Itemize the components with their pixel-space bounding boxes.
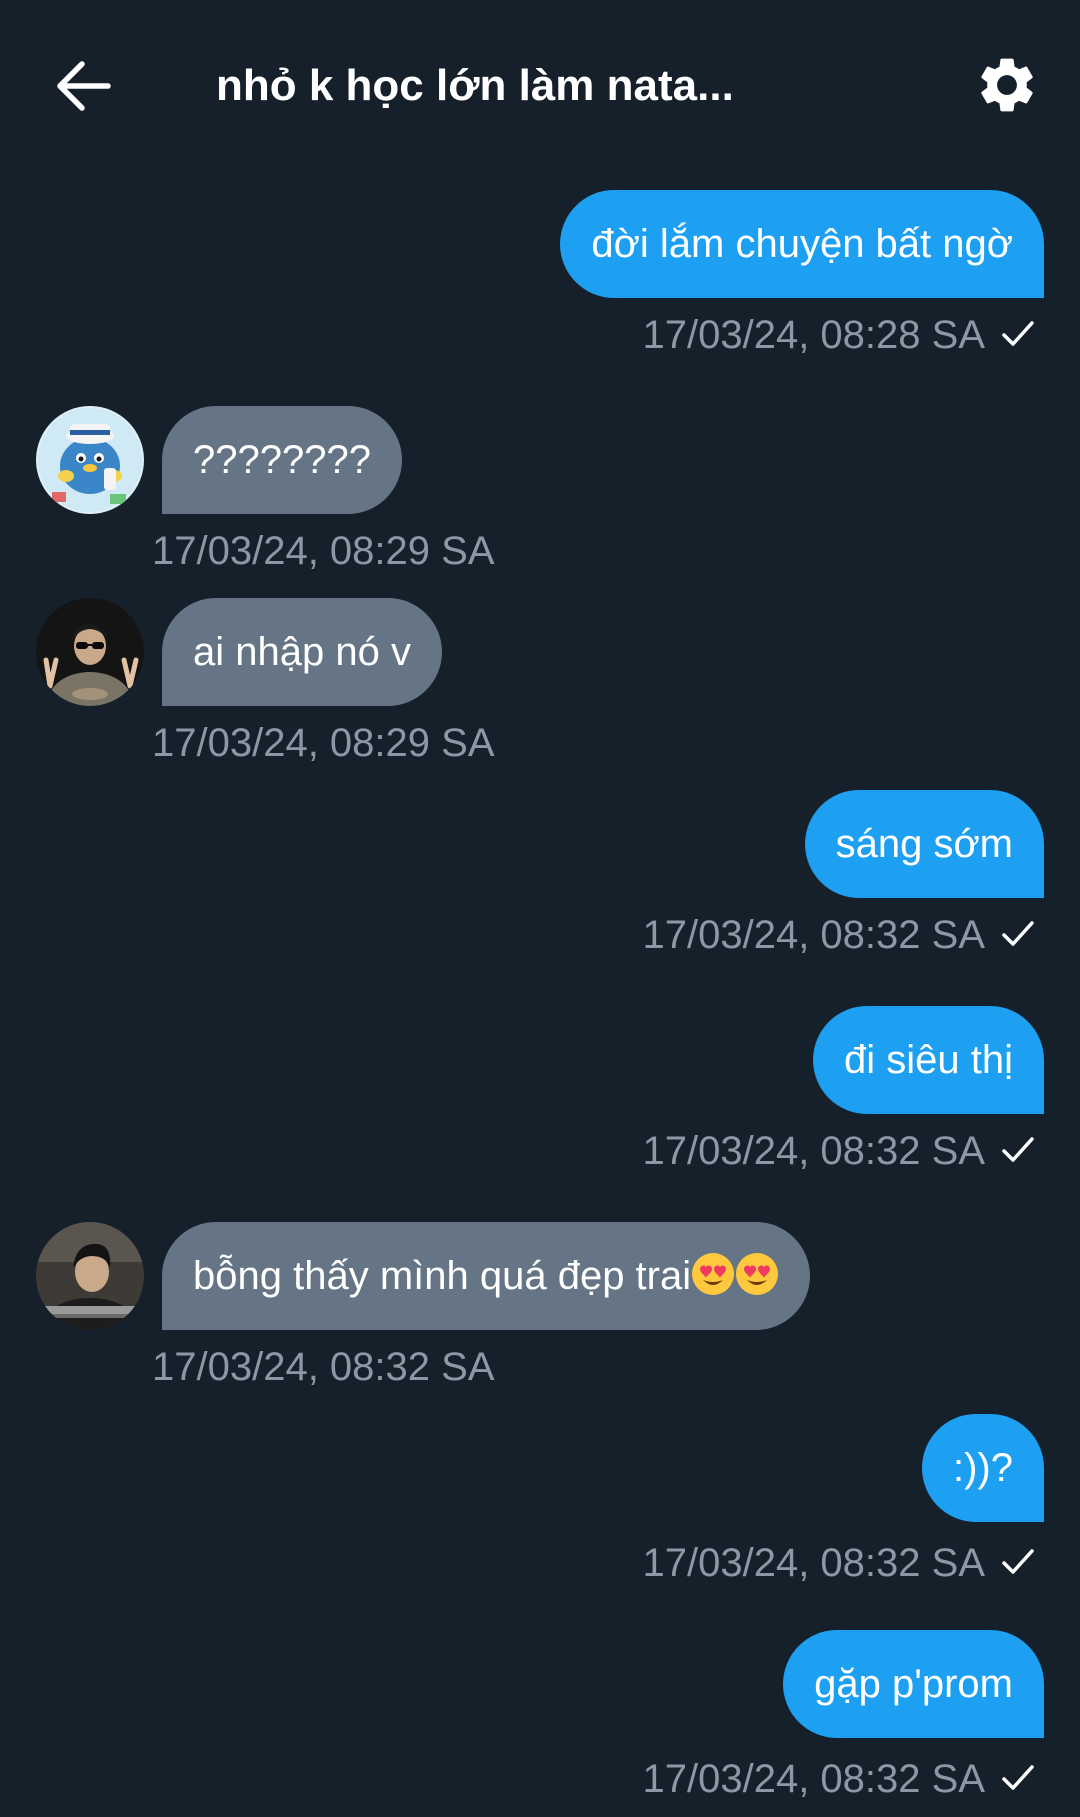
message-meta: 17/03/24, 08:28 SA [643,310,1036,360]
message-timestamp: 17/03/24, 08:28 SA [642,313,986,357]
incoming-message-text: bỗng thấy mình quá đẹp trai [193,1254,692,1298]
blue-penguin-avatar[interactable] [36,406,144,514]
message-timestamp: 17/03/24, 08:32 SA [642,1757,986,1801]
message-timestamp: 17/03/24, 08:32 SA [642,913,986,957]
heart-eyes-emoji [692,1253,735,1296]
incoming-message-bubble[interactable]: ai nhập nó v [162,598,442,706]
message-meta: 17/03/24, 08:32 SA [643,1754,1036,1804]
read-check-icon [1002,321,1034,347]
message-timestamp: 17/03/24, 08:32 SA [642,1541,986,1585]
chat-header: nhỏ k học lớn làm nata... [0,0,1080,170]
outgoing-message-bubble[interactable]: đi siêu thị [813,1006,1044,1114]
incoming-message-bubble[interactable]: ???????? [162,406,402,514]
outgoing-message-bubble[interactable]: sáng sớm [804,790,1044,898]
chat-title: nhỏ k học lớn làm nata... [216,61,734,110]
gear-icon[interactable] [974,52,1040,118]
message-timestamp: 17/03/24, 08:29 SA [152,529,495,573]
incoming-message-bubble[interactable]: bỗng thấy mình quá đẹp trai [162,1222,811,1330]
sunglasses-boy-avatar[interactable] [36,598,144,706]
message-meta: 17/03/24, 08:32 SA [643,1538,1036,1588]
message-timestamp: 17/03/24, 08:32 SA [152,1345,495,1389]
heart-eyes-emoji [736,1253,779,1296]
read-check-icon [1002,921,1034,947]
back-arrow-icon[interactable] [54,58,114,114]
read-check-icon [1002,1137,1034,1163]
dark-hair-boy-avatar[interactable] [36,1222,144,1330]
message-timestamp: 17/03/24, 08:32 SA [642,1129,986,1173]
message-timestamp: 17/03/24, 08:29 SA [152,721,495,765]
outgoing-message-bubble[interactable]: :))? [922,1414,1044,1522]
outgoing-message-bubble[interactable]: gặp p'prom [783,1630,1044,1738]
message-meta: 17/03/24, 08:32 SA [643,1126,1036,1176]
message-meta: 17/03/24, 08:32 SA [643,910,1036,960]
outgoing-message-bubble[interactable]: đời lắm chuyện bất ngờ [560,190,1044,298]
read-check-icon [1002,1549,1034,1575]
read-check-icon [1002,1765,1034,1791]
